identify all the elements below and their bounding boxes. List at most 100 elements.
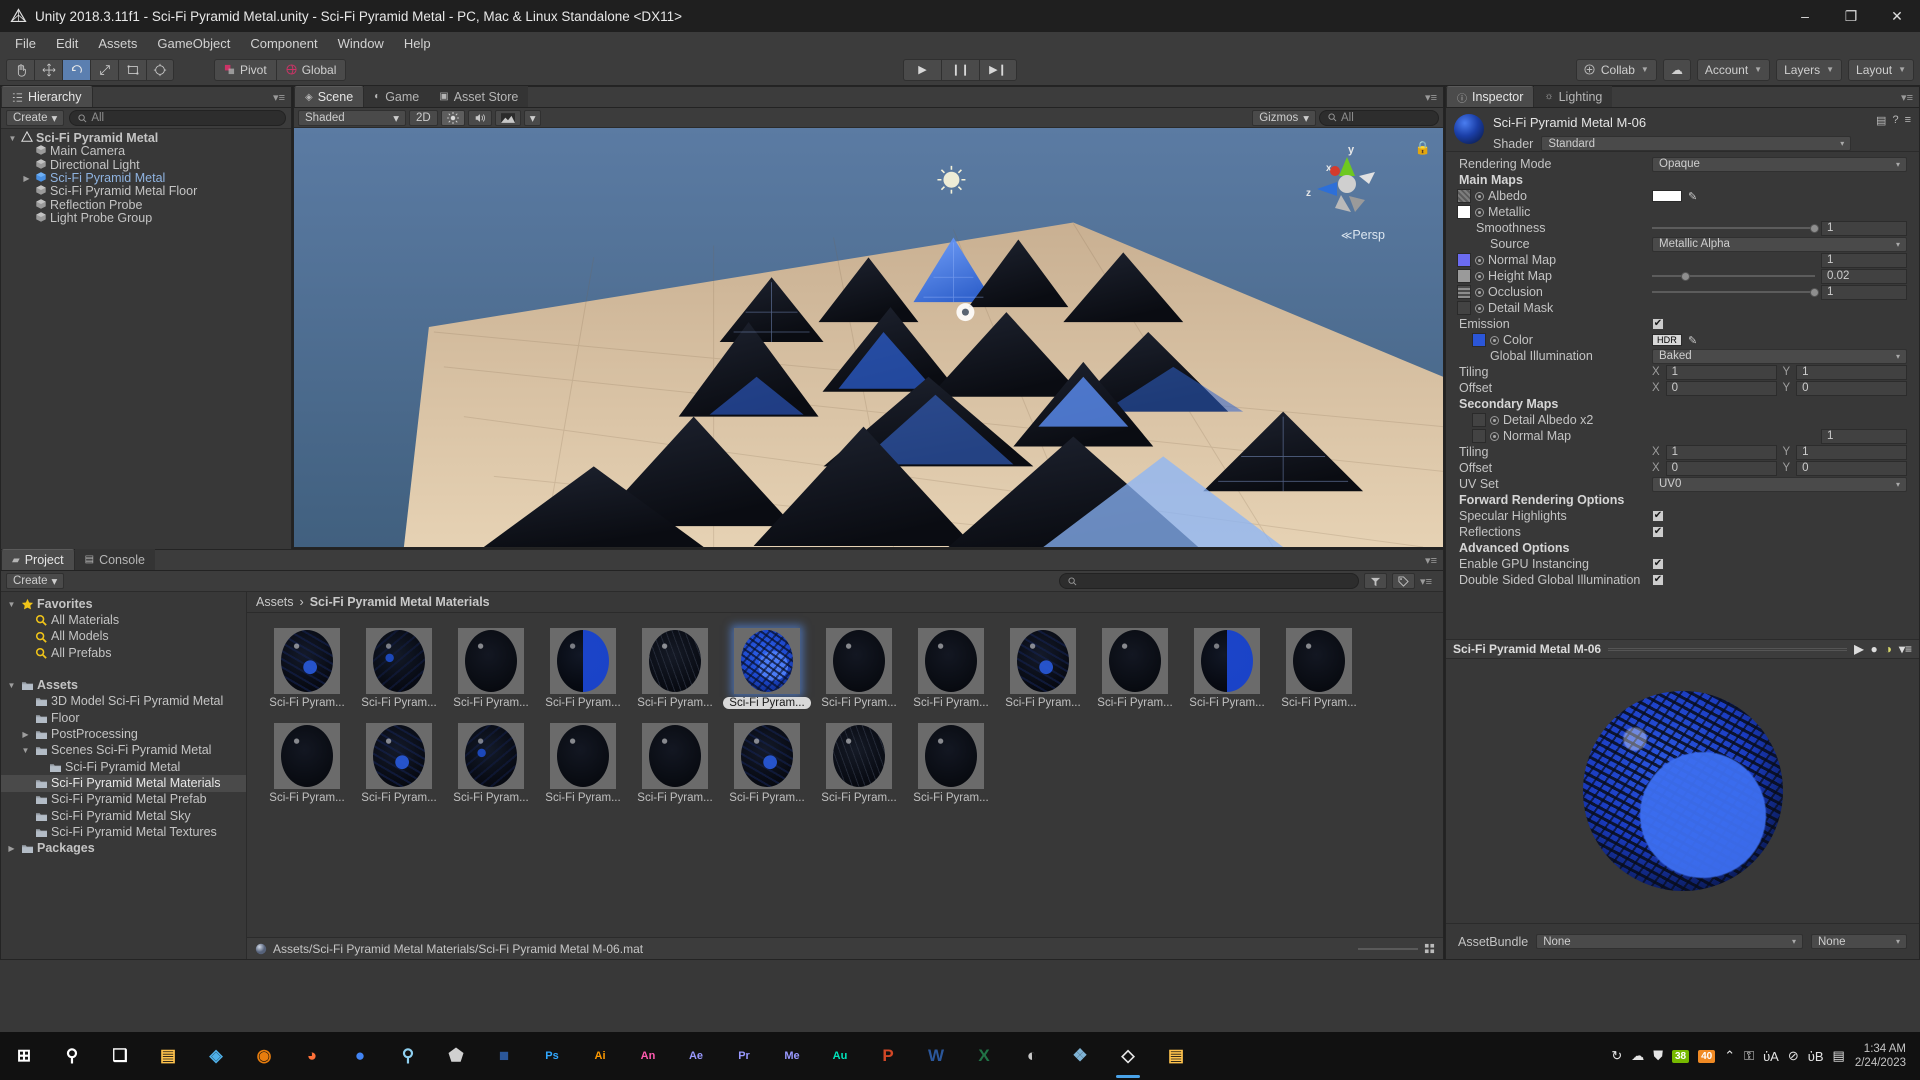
property-toggle-icon[interactable] [1475,208,1484,217]
number-field-normal-map[interactable]: 1 [1821,253,1907,268]
scene-viewport[interactable]: y x z 🔒 ≪Persp [294,128,1443,547]
scene-effects-toggle[interactable] [495,110,521,126]
texture-slot-albedo[interactable] [1457,189,1471,203]
scene-lock-icon[interactable]: 🔒 [1415,140,1431,156]
property-toggle-icon[interactable] [1475,192,1484,201]
preview-play-icon[interactable]: ▶ [1854,642,1863,656]
tiling-x-field[interactable]: 1 [1666,365,1777,380]
scene-effects-dropdown[interactable]: ▾ [524,110,542,126]
offset-y-field[interactable]: 0 [1796,461,1907,476]
hierarchy-item-sci-fi-pyramid-metal-floor[interactable]: Sci-Fi Pyramid Metal Floor [1,185,291,198]
hierarchy-item-reflection-probe[interactable]: Reflection Probe [1,198,291,211]
number-field-smoothness[interactable]: 1 [1821,221,1907,236]
project-folder-sci-fi-pyramid-metal-materials[interactable]: Sci-Fi Pyramid Metal Materials [1,775,246,791]
project-folder-scenes-sci-fi-pyramid-metal[interactable]: ▼Scenes Sci-Fi Pyramid Metal [1,743,246,759]
toggle-2d-button[interactable]: 2D [409,110,438,126]
shader-dropdown[interactable]: Standard ▾ [1541,136,1851,151]
chevron-up-icon[interactable]: ⌃ [1724,1048,1735,1064]
asset-item[interactable]: Sci-Fi Pyram... [629,628,721,709]
scene-menu-icon[interactable]: ▾≡ [1425,91,1443,104]
asset-item[interactable]: Sci-Fi Pyram... [905,628,997,709]
3d-builder-icon[interactable]: ❖ [1056,1032,1104,1080]
krita-icon[interactable]: ◐ [1008,1032,1056,1080]
asset-item[interactable]: Sci-Fi Pyram... [261,628,353,709]
asset-item[interactable]: Sci-Fi Pyram... [813,723,905,804]
tab-console[interactable]: ▤Console [75,549,155,570]
breadcrumb-item[interactable]: Assets [256,595,294,609]
slider-height-map[interactable] [1652,269,1815,284]
property-toggle-icon[interactable] [1490,416,1499,425]
hierarchy-create-button[interactable]: Create ▾ [6,110,64,126]
chrome-icon[interactable]: ● [336,1032,384,1080]
blender-icon[interactable]: ◉ [240,1032,288,1080]
asset-item[interactable]: Sci-Fi Pyram... [445,628,537,709]
asset-item[interactable]: Sci-Fi Pyram... [629,723,721,804]
asset-item[interactable]: Sci-Fi Pyram... [1181,628,1273,709]
checkbox-specular-highlights[interactable]: ✔ [1652,510,1664,522]
tiling-y-field[interactable]: 1 [1796,445,1907,460]
tab-project[interactable]: ▰Project [1,549,75,570]
inspector-menu-icon[interactable]: ≡ [1905,114,1911,127]
hierarchy-item-directional-light[interactable]: Directional Light [1,159,291,172]
preview-lighting-icon[interactable]: ◑ [1885,642,1892,656]
media-encoder-icon[interactable]: Me [768,1032,816,1080]
project-create-button[interactable]: Create ▾ [6,573,64,589]
project-folder-all-materials[interactable]: All Materials [1,612,246,628]
gizmos-dropdown[interactable]: Gizmos ▾ [1252,110,1316,126]
checkbox-reflections[interactable]: ✔ [1652,526,1664,538]
assetbundle-dropdown[interactable]: None ▾ [1536,934,1803,949]
asset-item[interactable]: Sci-Fi Pyram... [537,628,629,709]
offset-x-field[interactable]: 0 [1666,461,1777,476]
excel-icon[interactable]: X [960,1032,1008,1080]
account-button[interactable]: Account ▼ [1697,59,1770,81]
number-field-occlusion[interactable]: 1 [1821,285,1907,300]
rect-tool-button[interactable] [118,59,146,81]
play-button[interactable]: ▶ [903,59,941,81]
windows-update-icon[interactable]: ↻ [1611,1048,1622,1064]
nvidia-badge[interactable]: 38 [1672,1050,1689,1063]
tab-hierarchy[interactable]: Hierarchy [1,86,93,107]
number-field-normal-map[interactable]: 1 [1821,429,1907,444]
photoshop-icon[interactable]: Ps [528,1032,576,1080]
texture-slot-height-map[interactable] [1457,269,1471,283]
number-field-height-map[interactable]: 0.02 [1821,269,1907,284]
animate-icon[interactable]: An [624,1032,672,1080]
project-menu-icon[interactable]: ▾≡ [1425,554,1443,567]
unity-hub-icon[interactable]: ◈ [192,1032,240,1080]
start-button[interactable]: ⊞ [0,1032,48,1080]
slider-knob[interactable] [1681,272,1690,281]
property-toggle-icon[interactable] [1490,336,1499,345]
menu-window[interactable]: Window [329,34,393,53]
checkbox-enable-gpu-instancing[interactable]: ✔ [1652,558,1664,570]
tiling-x-field[interactable]: 1 [1666,445,1777,460]
tab-game[interactable]: ◐Game [364,86,429,107]
menu-gameobject[interactable]: GameObject [148,34,239,53]
premiere-icon[interactable]: Pr [720,1032,768,1080]
preview-menu-icon[interactable]: ▾≡ [1899,642,1912,656]
usb-icon[interactable]: ⚿ [1744,1048,1754,1064]
scene-view-gizmo[interactable]: y x z [1299,140,1385,226]
slider-knob[interactable] [1810,288,1819,297]
project-search-input[interactable] [1059,573,1359,589]
asset-item[interactable]: Sci-Fi Pyram... [353,628,445,709]
menu-help[interactable]: Help [395,34,440,53]
project-folder-3d-model-sci-fi-pyramid-metal[interactable]: 3D Model Sci-Fi Pyramid Metal [1,694,246,710]
texture-slot-metallic[interactable] [1457,205,1471,219]
project-menu-icon[interactable]: ▾≡ [1420,575,1438,588]
collab-button[interactable]: Collab ▼ [1576,59,1657,81]
project-folder-favorites[interactable]: ▼Favorites [1,596,246,612]
audition-icon[interactable]: Au [816,1032,864,1080]
illustrator-icon[interactable]: Ai [576,1032,624,1080]
project-filter-button[interactable] [1364,573,1387,589]
asset-item[interactable]: Sci-Fi Pyram... [997,628,1089,709]
close-button[interactable]: ✕ [1874,0,1920,32]
search-icon[interactable]: ⚲ [48,1032,96,1080]
dropdown-rendering-mode[interactable]: Opaque▾ [1652,157,1907,172]
breadcrumb-item[interactable]: Sci-Fi Pyramid Metal Materials [310,595,490,609]
magnifier-icon[interactable]: ⚲ [384,1032,432,1080]
folder-icon[interactable]: ▤ [1152,1032,1200,1080]
notifications-icon[interactable]: ▤ [1833,1048,1845,1064]
asset-item[interactable]: Sci-Fi Pyram... [905,723,997,804]
powerpoint-icon[interactable]: P [864,1032,912,1080]
offset-y-field[interactable]: 0 [1796,381,1907,396]
